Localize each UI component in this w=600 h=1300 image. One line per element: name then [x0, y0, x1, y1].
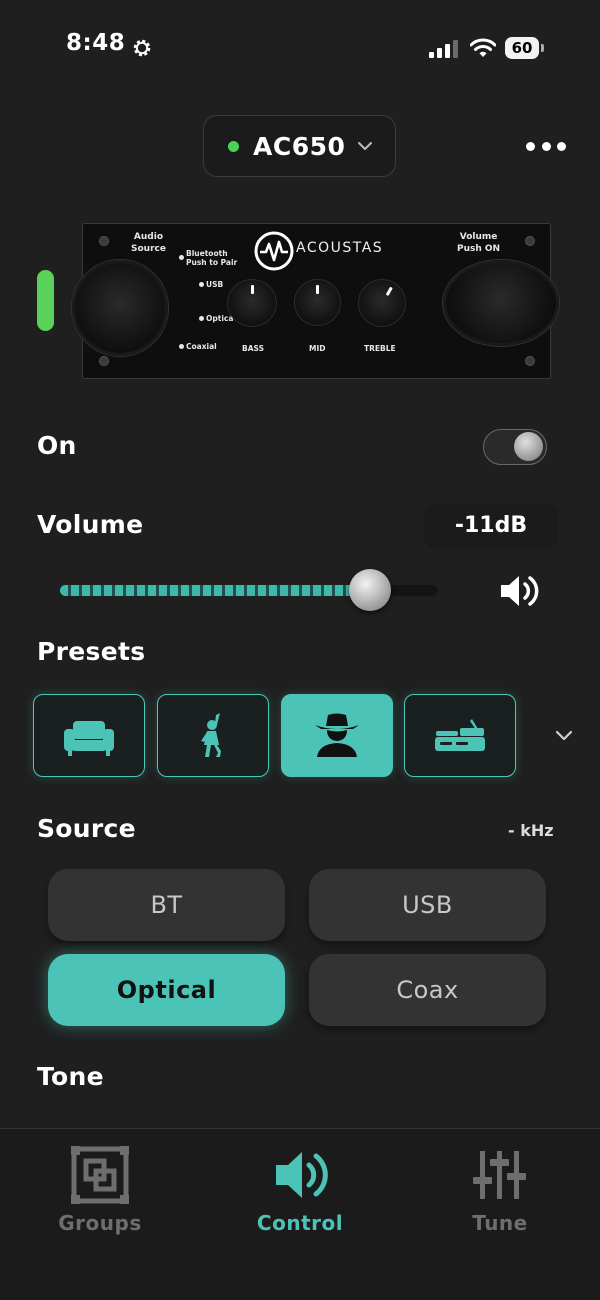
nav-control[interactable]: Control	[200, 1145, 400, 1235]
usb-label: USB	[206, 280, 224, 289]
sample-rate: - kHz	[508, 821, 554, 840]
audio-source-label: Audio Source	[131, 232, 166, 254]
turntable-icon	[435, 718, 485, 751]
source-optical-button[interactable]: Optical	[48, 954, 285, 1026]
couch-icon	[64, 720, 114, 756]
source-bt-button[interactable]: BT	[48, 869, 285, 941]
battery-indicator: 60	[505, 37, 539, 59]
status-time: 8:48	[66, 30, 126, 56]
treble-knob	[358, 279, 406, 327]
indicator-dot	[199, 316, 204, 321]
indicator-dot	[179, 344, 184, 349]
groups-icon	[71, 1146, 129, 1204]
bass-label: BASS	[242, 344, 264, 353]
mid-knob	[294, 279, 341, 326]
online-status-dot	[228, 140, 239, 152]
gear-icon	[133, 39, 151, 57]
treble-label: TREBLE	[364, 344, 396, 353]
screw	[99, 356, 109, 366]
device-front-panel: Audio Source Bluetooth Push to Pair USB …	[72, 223, 559, 379]
indicator-dot	[199, 282, 204, 287]
bluetooth-label: Bluetooth Push to Pair	[186, 249, 238, 267]
volume-knob	[443, 260, 559, 346]
source-coax-button[interactable]: Coax	[309, 954, 546, 1026]
power-toggle[interactable]	[483, 429, 547, 465]
volume-slider-thumb[interactable]	[348, 569, 391, 611]
preset-couch[interactable]	[33, 694, 145, 777]
brand-name: ACOUSTAS	[296, 240, 384, 256]
cowboy-icon	[315, 713, 359, 757]
power-label: On	[37, 431, 77, 460]
nav-groups[interactable]: Groups	[0, 1145, 200, 1235]
tone-label: Tone	[37, 1062, 104, 1091]
cellular-signal-icon	[429, 40, 458, 58]
knob-mark	[385, 286, 393, 296]
presets-expand-chevron-icon[interactable]	[554, 729, 574, 742]
mid-label: MID	[309, 344, 326, 353]
wifi-icon	[470, 38, 496, 57]
source-label: Source	[37, 814, 136, 843]
preset-dance[interactable]	[157, 694, 269, 777]
screw	[99, 236, 109, 246]
sliders-icon	[473, 1151, 526, 1199]
bass-knob	[227, 279, 277, 327]
knob-mark	[316, 285, 319, 294]
toggle-knob	[514, 432, 543, 461]
indicator-dot	[179, 255, 184, 260]
more-dot-icon	[526, 141, 535, 151]
device-name: AC650	[253, 131, 346, 161]
speaker-icon[interactable]	[498, 571, 540, 611]
more-dot-icon	[541, 141, 551, 151]
acoustas-logo-icon	[254, 231, 294, 271]
presets-label: Presets	[37, 637, 146, 666]
audio-source-knob	[72, 260, 168, 356]
preset-turntable[interactable]	[404, 694, 516, 777]
nav-groups-label: Groups	[58, 1211, 142, 1235]
screw	[525, 236, 535, 246]
volume-knob-label: Volume Push ON	[457, 232, 501, 254]
nav-tune-label: Tune	[472, 1211, 528, 1235]
knob-mark	[250, 285, 254, 294]
speaker-icon	[276, 1152, 328, 1198]
volume-slider-fill	[60, 585, 370, 596]
source-usb-button[interactable]: USB	[309, 869, 546, 941]
battery-tip	[541, 44, 544, 52]
screw	[525, 356, 535, 366]
nav-control-label: Control	[256, 1211, 344, 1235]
volume-readout: -11dB	[424, 504, 558, 548]
preset-country[interactable]	[281, 694, 393, 777]
power-indicator	[37, 270, 54, 331]
coaxial-label: Coaxial	[186, 342, 217, 351]
more-options-button[interactable]	[526, 138, 566, 154]
more-dot-icon	[557, 141, 566, 151]
volume-label: Volume	[37, 510, 144, 539]
device-selector[interactable]: AC650	[203, 115, 396, 177]
nav-tune[interactable]: Tune	[400, 1145, 600, 1235]
chevron-down-icon	[358, 142, 373, 150]
dancer-icon	[201, 712, 221, 757]
